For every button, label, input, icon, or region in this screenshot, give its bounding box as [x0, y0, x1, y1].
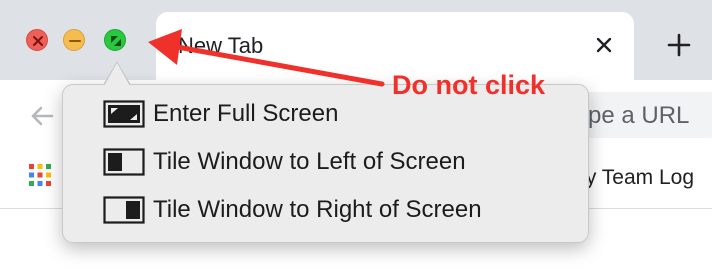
annotation-arrow-icon: [148, 29, 385, 87]
annotation-label: Do not click: [392, 70, 546, 100]
